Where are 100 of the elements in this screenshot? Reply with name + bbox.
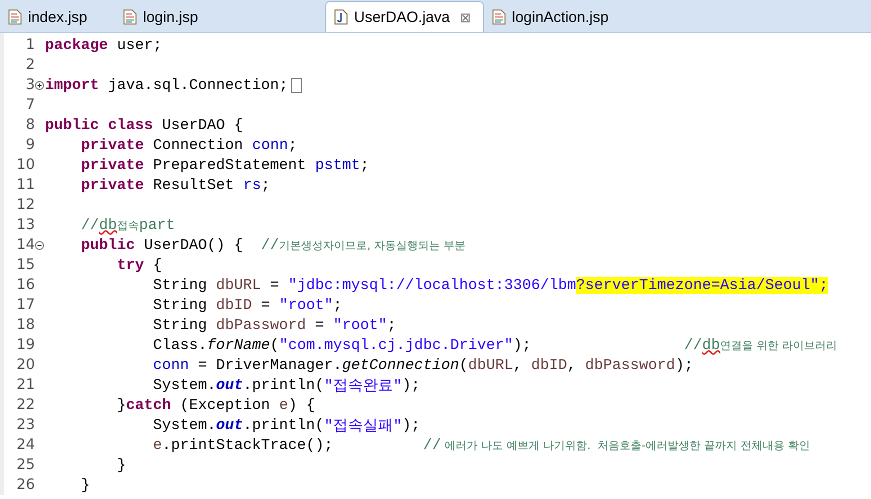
code-text: );	[402, 416, 420, 434]
code-text: ,	[567, 356, 578, 374]
editor-tab[interactable]: loginAction.jsp	[484, 2, 621, 32]
code-text: .println(	[243, 416, 324, 434]
code-text: UserDAO() {	[143, 236, 244, 254]
code-text: System.	[152, 416, 216, 434]
line-number: 10	[16, 157, 35, 173]
code-comment: part	[139, 216, 176, 234]
variable-name: dbID	[216, 296, 252, 314]
java-file-icon	[334, 9, 348, 25]
expand-icon[interactable]	[35, 80, 44, 90]
code-text: java.sql.Connection;	[107, 76, 288, 94]
line-number: 24	[16, 437, 35, 453]
line-number: 1	[24, 37, 35, 53]
folded-code-icon[interactable]	[291, 78, 302, 92]
keyword: private	[80, 136, 144, 154]
file-icon	[492, 9, 506, 25]
keyword: private	[80, 156, 144, 174]
keyword: catch	[126, 396, 172, 414]
variable-name: dbURL	[216, 276, 262, 294]
code-text: = DriverManager.	[197, 356, 342, 374]
string-literal: "root"	[333, 316, 388, 334]
close-icon[interactable]: ⊠	[460, 10, 471, 24]
line-number: 19	[16, 337, 35, 353]
field-name: out	[216, 376, 244, 394]
code-comment: //	[423, 436, 442, 454]
field-name: out	[216, 416, 244, 434]
code-text: String	[152, 316, 208, 334]
code-comment: db	[702, 336, 720, 354]
code-text: (Exception	[179, 396, 272, 414]
code-text: .println(	[243, 376, 324, 394]
code-text: {	[152, 256, 162, 274]
editor-tab[interactable]: login.jsp	[115, 2, 325, 32]
code-text: ;	[387, 316, 396, 334]
code-comment: //	[80, 216, 100, 234]
code-text: (	[270, 336, 280, 354]
line-number: 8	[24, 117, 35, 133]
line-number: 20	[16, 357, 35, 373]
field-name: rs	[243, 176, 262, 194]
line-number: 12	[16, 197, 35, 213]
code-text: Connection	[152, 136, 244, 154]
line-number: 22	[16, 397, 35, 413]
code-text: Class.	[152, 336, 208, 354]
line-number: 15	[16, 257, 35, 273]
code-comment: 기본생성자이므로, 자동실행되는 부분	[279, 238, 466, 252]
field-name: conn	[152, 356, 190, 374]
keyword: public	[80, 236, 136, 254]
code-text: user;	[116, 36, 162, 54]
file-icon	[8, 9, 22, 25]
keyword: try	[116, 256, 144, 274]
method-name: forName	[207, 336, 270, 354]
code-comment: //	[684, 336, 702, 354]
code-comment: 연결을 위한 라이브러리	[720, 338, 838, 352]
code-text: .printStackTrace();	[162, 436, 334, 454]
line-number: 25	[16, 457, 35, 473]
string-literal: "com.mysql.cj.jdbc.Driver"	[279, 336, 514, 354]
code-text: ;	[288, 136, 298, 154]
code-text: );	[402, 376, 420, 394]
method-name: getConnection	[342, 356, 460, 374]
code-text: ,	[513, 356, 524, 374]
keyword: import	[45, 76, 100, 94]
editor-tab[interactable]: UserDAO.java ⊠	[325, 1, 484, 32]
code-text: System.	[152, 376, 216, 394]
string-literal: "접속완료"	[324, 376, 402, 394]
string-literal: "접속실패"	[324, 416, 402, 434]
collapse-icon[interactable]	[35, 240, 44, 250]
line-number: 21	[16, 377, 35, 393]
line-number: 7	[24, 97, 35, 113]
editor-tab[interactable]: index.jsp	[0, 2, 115, 32]
code-text: );	[513, 336, 532, 354]
code-text: );	[675, 356, 694, 374]
highlighted-text: ?serverTimezone=Asia/Seoul";	[576, 276, 828, 294]
variable-name: dbPassword	[216, 316, 306, 334]
code-text: }	[80, 476, 90, 494]
code-text: =	[269, 276, 280, 294]
code-text: UserDAO {	[161, 116, 244, 134]
code-text: PreparedStatement	[152, 156, 308, 174]
file-icon	[123, 9, 137, 25]
variable-name: e	[152, 436, 162, 454]
code-comment: 에러가 나도 예쁘게 나기위함. 처음호출-에러발생한 끝까지 전체내용 확인	[444, 438, 810, 452]
keyword: package	[45, 36, 108, 54]
code-comment: 접속	[117, 218, 140, 232]
code-text: }	[116, 396, 126, 414]
code-text: ;	[261, 176, 270, 194]
code-comment: //	[261, 236, 280, 254]
keyword: private	[80, 176, 144, 194]
line-number: 2	[24, 57, 35, 73]
code-text: String	[152, 296, 208, 314]
code-text: ) {	[288, 396, 316, 414]
field-name: conn	[252, 136, 288, 154]
keyword: public class	[45, 116, 154, 134]
code-text: String	[152, 276, 208, 294]
variable-name: e	[279, 396, 288, 414]
line-number: 11	[16, 177, 35, 193]
line-number: 9	[24, 137, 35, 153]
variable-name: dbPassword	[585, 356, 676, 374]
line-number: 13	[16, 217, 35, 233]
line-number: 23	[16, 417, 35, 433]
line-number: 18	[16, 317, 35, 333]
code-comment: db	[99, 216, 118, 234]
